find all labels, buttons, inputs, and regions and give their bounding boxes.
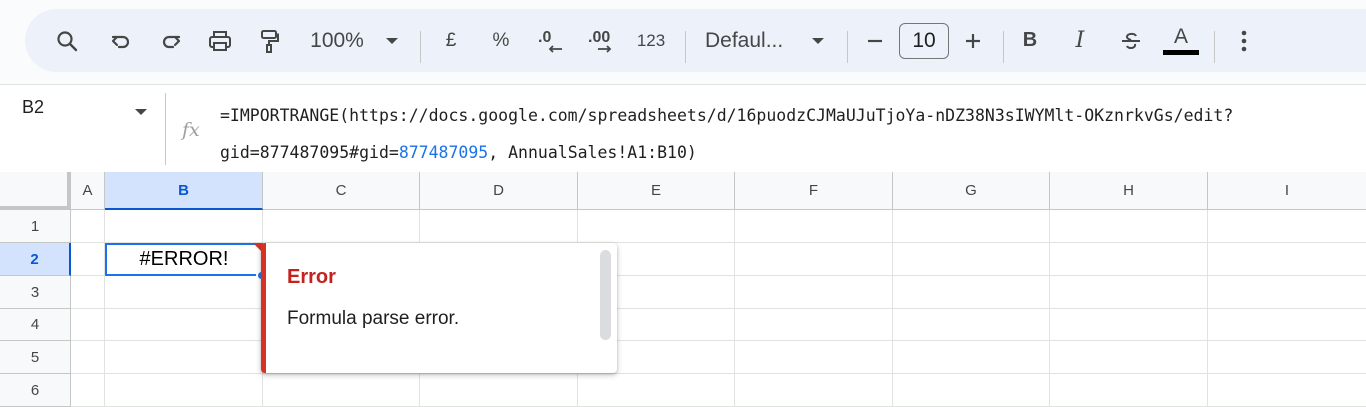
error-tooltip: Error Formula parse error. [261, 243, 617, 373]
svg-text:.0: .0 [538, 29, 551, 46]
italic-button[interactable]: I [1067, 9, 1093, 72]
select-all-corner[interactable] [0, 172, 71, 210]
toolbar-divider [1214, 31, 1215, 63]
text-color-button[interactable]: A [1163, 9, 1199, 72]
formula-line-1: =IMPORTRANGE(https://docs.google.com/spr… [220, 106, 1234, 125]
chevron-down-icon[interactable] [807, 9, 829, 72]
svg-text:.00: .00 [588, 29, 610, 46]
row-header-6[interactable]: 6 [0, 374, 71, 407]
text-color-label: A [1173, 25, 1188, 48]
error-title: Error [287, 266, 336, 288]
formula-text-part: gid=877487095#gid= [220, 143, 399, 162]
font-family-select[interactable]: Defaul... [705, 9, 797, 72]
formula-bar-divider [165, 93, 166, 165]
formula-line-2: gid=877487095#gid=877487095, AnnualSales… [220, 134, 1360, 171]
name-box[interactable]: B2 [22, 97, 44, 118]
column-header-b[interactable]: B [105, 172, 263, 210]
row-header-2[interactable]: 2 [0, 243, 71, 276]
column-header-h[interactable]: H [1050, 172, 1208, 210]
strikethrough-icon[interactable] [1117, 9, 1145, 72]
active-cell-b2[interactable]: #ERROR! [105, 243, 263, 276]
error-message: Formula parse error. [287, 308, 460, 329]
zoom-value[interactable]: 100% [305, 9, 369, 72]
row-header-1[interactable]: 1 [0, 210, 71, 243]
column-header-c[interactable]: C [263, 172, 420, 210]
tooltip-scrollbar[interactable] [600, 250, 611, 340]
redo-icon[interactable] [153, 9, 189, 72]
column-header-i[interactable]: I [1208, 172, 1366, 210]
plus-icon[interactable] [961, 9, 985, 72]
formula-bar: B2 fx =IMPORTRANGE(https://docs.google.c… [0, 84, 1366, 172]
undo-icon[interactable] [103, 9, 139, 72]
bold-button[interactable]: B [1017, 9, 1043, 72]
toolbar-divider [1003, 31, 1004, 63]
spreadsheet-grid: A B C D E F G H I 1 2 3 4 5 6 #ERROR! [0, 172, 1366, 407]
row-header-3[interactable]: 3 [0, 276, 71, 309]
column-header-d[interactable]: D [420, 172, 578, 210]
toolbar-divider [420, 31, 421, 63]
more-vert-icon[interactable] [1231, 9, 1257, 72]
formula-input[interactable]: =IMPORTRANGE(https://docs.google.com/spr… [220, 97, 1360, 171]
chevron-down-icon[interactable] [381, 9, 403, 72]
search-icon[interactable] [49, 9, 85, 72]
number-format-button[interactable]: 123 [633, 9, 669, 72]
chevron-down-icon[interactable] [134, 103, 148, 121]
column-header-g[interactable]: G [893, 172, 1050, 210]
toolbar-divider [847, 31, 848, 63]
print-icon[interactable] [201, 9, 239, 72]
grid-line [71, 373, 1366, 374]
currency-button[interactable]: £ [437, 9, 465, 72]
row-header-4[interactable]: 4 [0, 309, 71, 341]
column-header-f[interactable]: F [735, 172, 893, 210]
toolbar: 100% £ % .0 .00 123 Defaul... 10 B I A [25, 9, 1366, 72]
formula-text-part: , AnnualSales!A1:B10) [488, 143, 697, 162]
row-header-5[interactable]: 5 [0, 341, 71, 374]
decrease-decimal-button[interactable]: .0 [533, 9, 569, 72]
formula-range-ref: 877487095 [398, 143, 489, 162]
toolbar-divider [685, 31, 686, 63]
minus-icon[interactable] [863, 9, 887, 72]
paint-format-icon[interactable] [251, 9, 287, 72]
increase-decimal-button[interactable]: .00 [583, 9, 623, 72]
toolbar-area: 100% £ % .0 .00 123 Defaul... 10 B I A [0, 0, 1366, 84]
column-header-e[interactable]: E [578, 172, 735, 210]
fx-icon: fx [182, 119, 200, 141]
text-color-bar [1163, 50, 1199, 55]
column-header-a[interactable]: A [71, 172, 105, 210]
percent-button[interactable]: % [487, 9, 515, 72]
font-size-input[interactable]: 10 [899, 23, 949, 59]
